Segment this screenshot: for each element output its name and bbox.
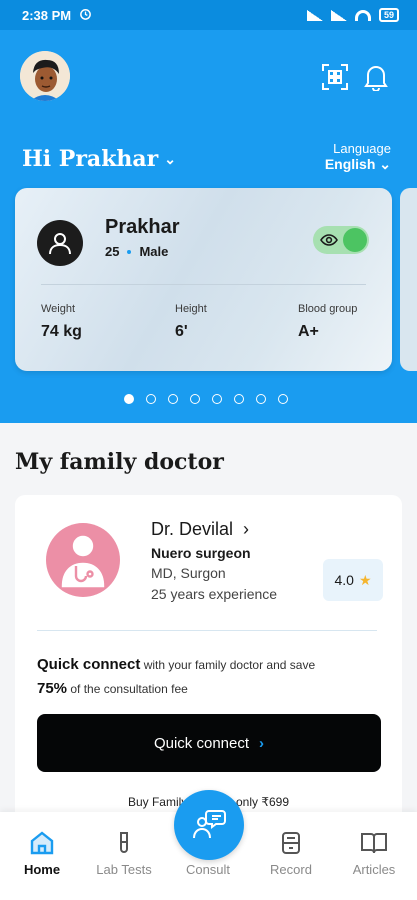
quick-connect-button-label: Quick connect <box>153 734 250 752</box>
toggle-knob <box>343 228 367 252</box>
carousel-dot[interactable] <box>256 394 266 404</box>
section-title: My family doctor <box>15 449 224 475</box>
nav-label: Consult <box>185 862 231 877</box>
nav-lab-tests[interactable]: Lab Tests <box>84 830 164 877</box>
nav-home[interactable]: Home <box>2 830 82 877</box>
stat-value: A+ <box>298 323 319 340</box>
carousel-dot[interactable] <box>190 394 200 404</box>
doctor-avatar <box>46 523 120 597</box>
doctor-name: Dr. Devilal <box>151 519 234 539</box>
chevron-right-icon: › <box>243 519 250 539</box>
carousel-dot[interactable] <box>124 394 134 404</box>
profile-meta: 25 Male <box>105 244 168 259</box>
carousel-dot[interactable] <box>234 394 244 404</box>
language-label: Language <box>333 141 391 156</box>
eye-icon <box>320 233 338 252</box>
rating-badge: 4.0 ★ <box>323 559 383 601</box>
rating-value: 4.0 <box>334 572 354 588</box>
book-icon <box>361 833 387 854</box>
profile-gender: Male <box>139 244 169 259</box>
consult-fab[interactable] <box>174 790 244 860</box>
language-selector[interactable]: Language English ⌄ <box>325 141 391 173</box>
visibility-toggle[interactable] <box>313 226 369 254</box>
wifi-icon <box>354 9 371 21</box>
doctor-experience: 25 years experience <box>151 586 278 602</box>
nav-articles[interactable]: Articles <box>334 830 414 877</box>
quick-connect-desc: with your family doctor and save <box>143 658 316 672</box>
signal-icon <box>306 9 323 21</box>
language-value-text: English <box>324 156 376 172</box>
language-value: English ⌄ <box>325 156 391 173</box>
status-bar: 2:38 PM 59 <box>0 0 417 30</box>
quick-connect-description: Quick connect with your family doctor an… <box>37 653 382 701</box>
qr-scan-icon[interactable] <box>318 60 352 94</box>
stat-weight: Weight 74 kg <box>41 303 82 341</box>
next-card-peek[interactable] <box>400 188 417 371</box>
chevron-down-icon: ⌄ <box>379 156 391 172</box>
profile-name: Prakhar <box>105 216 180 238</box>
doctor-name-link[interactable]: Dr. Devilal › <box>151 519 249 540</box>
stat-label: Blood group <box>298 303 358 315</box>
carousel-dot[interactable] <box>168 394 178 404</box>
status-time: 2:38 PM <box>22 7 72 23</box>
stat-height: Height 6' <box>175 303 207 341</box>
nav-label: Lab Tests <box>96 862 152 877</box>
test-tube-icon <box>120 832 128 853</box>
separator-dot <box>127 249 132 254</box>
home-icon <box>30 831 54 855</box>
stat-value: 74 kg <box>41 323 82 340</box>
quick-connect-title: Quick connect <box>37 656 141 673</box>
nav-label: Articles <box>352 862 396 877</box>
doctor-card: Dr. Devilal › Nuero surgeon MD, Surgon 2… <box>15 495 402 825</box>
status-icons: 59 <box>306 8 399 22</box>
carousel-dot[interactable] <box>278 394 288 404</box>
star-icon: ★ <box>358 571 372 588</box>
greeting-dropdown[interactable]: Hi Prakhar ⌄ <box>22 146 176 172</box>
header-section: Hi Prakhar ⌄ Language English ⌄ Prakhar … <box>0 30 417 423</box>
user-avatar[interactable] <box>20 51 70 101</box>
profile-age: 25 <box>105 244 120 259</box>
battery-icon: 59 <box>378 8 399 22</box>
profile-card[interactable]: Prakhar 25 Male Weight 74 kg Height 6' B… <box>15 188 392 371</box>
discount-desc: of the consultation fee <box>70 682 188 696</box>
doctor-specialty: Nuero surgeon <box>151 545 251 561</box>
doctor-degree: MD, Surgon <box>151 565 226 581</box>
divider <box>41 284 366 285</box>
greeting-text: Hi Prakhar <box>22 146 159 172</box>
carousel-dots <box>124 394 288 404</box>
alarm-icon <box>79 7 92 23</box>
stat-label: Weight <box>41 303 76 315</box>
chevron-right-icon: › <box>259 734 265 752</box>
signal-icon <box>330 9 347 21</box>
nav-record[interactable]: Record <box>251 830 331 877</box>
stat-blood-group: Blood group A+ <box>298 303 357 341</box>
chevron-down-icon: ⌄ <box>164 150 177 167</box>
discount-value: 75% <box>37 680 68 697</box>
nav-label: Home <box>23 862 61 877</box>
divider <box>37 630 377 631</box>
stat-label: Height <box>175 303 207 315</box>
carousel-dot[interactable] <box>146 394 156 404</box>
user-icon <box>37 220 83 266</box>
nav-label: Record <box>270 862 312 877</box>
consult-icon <box>193 810 226 839</box>
stat-value: 6' <box>175 323 188 340</box>
carousel-dot[interactable] <box>212 394 222 404</box>
quick-connect-button[interactable]: Quick connect › <box>37 714 381 772</box>
bell-icon[interactable] <box>359 60 393 94</box>
record-icon <box>282 832 300 854</box>
